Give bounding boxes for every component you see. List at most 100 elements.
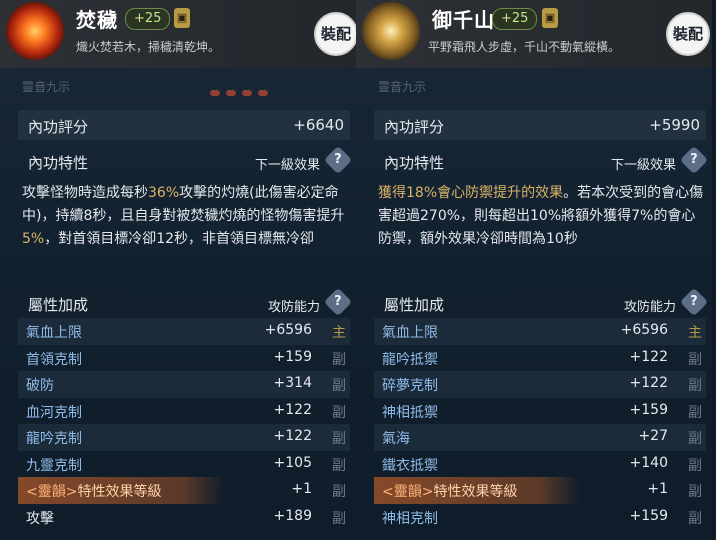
- attribute-name: 龍吟克制: [26, 431, 82, 447]
- attribute-name: 神相抵禦: [382, 404, 438, 421]
- skill-name: 御千山: [432, 8, 495, 32]
- score-label: 內功評分: [384, 118, 445, 136]
- skill-emblem-icon: [362, 2, 420, 60]
- skill-motto: 熾火焚若木，掃穢清乾坤。: [76, 40, 221, 54]
- trait-description: 攻擊怪物時造成每秒36%攻擊的灼燒(此傷害必定命中)，持續8秒，且自身對被焚穢灼…: [22, 182, 352, 251]
- attribute-name: <靈韻>特性效果等級: [382, 481, 517, 501]
- attribute-name: 鐵衣抵禦: [382, 457, 438, 474]
- attribute-row: 血河克制 +122 副: [18, 398, 350, 425]
- attack-defense-label: 攻防能力: [623, 300, 676, 315]
- attribute-name: 氣海: [382, 431, 410, 447]
- attribute-tag: 副: [332, 510, 346, 527]
- trait-description: 獲得18%會心防禦提升的效果。若本次受到的會心傷害超過270%，則每超出10%將…: [378, 182, 708, 251]
- level-badge: +25: [125, 8, 171, 30]
- attribute-label: 屬性加成: [384, 296, 445, 314]
- attribute-row: 鐵衣抵禦 +140 副: [374, 451, 706, 478]
- score-value: +6640: [293, 116, 344, 134]
- skill-name: 焚穢: [76, 8, 118, 32]
- desc-text: 攻擊怪物時造成每秒: [22, 185, 148, 201]
- attribute-row-highlighted: <靈韻>特性效果等級 +1 副: [18, 477, 350, 504]
- skill-score-row: 內功評分 +5990: [374, 110, 706, 140]
- lingyun-prefix: <靈韻>: [26, 484, 78, 500]
- attribute-list: 氣血上限 +6596 主 首領克制 +159 副 破防 +314 副 血河克制 +122 副 龍…: [18, 318, 350, 530]
- attribute-value: +1: [647, 481, 668, 497]
- lock-icon[interactable]: ▣: [542, 8, 558, 28]
- lingyun-prefix: <靈韻>: [382, 484, 434, 500]
- desc-text: ，額外效果冷卻時間為10秒: [406, 231, 578, 247]
- desc-highlight: 獲得18%會心防禦提升的效果: [378, 185, 564, 201]
- attribute-value: +105: [273, 454, 312, 471]
- rating-dots: [210, 81, 274, 100]
- attribute-tag: 副: [332, 484, 346, 500]
- attribute-name: <靈韻>特性效果等級: [26, 481, 161, 501]
- attribute-list: 氣血上限 +6596 主 龍吟抵禦 +122 副 碎夢克制 +122 副 神相抵禦 +159 副…: [374, 318, 706, 530]
- attribute-value: +159: [629, 507, 668, 524]
- trait-header: 內功特性 下一級效果 ?: [374, 145, 709, 175]
- skill-emblem-icon: [6, 2, 64, 60]
- attribute-value: +27: [638, 428, 668, 444]
- attack-defense-label: 攻防能力: [267, 300, 320, 315]
- desc-text: ，對首領目標冷卻12秒，非首領目標無冷卻: [44, 231, 315, 247]
- attribute-value: +159: [629, 401, 668, 418]
- attribute-tag: 主: [332, 325, 346, 341]
- attribute-tag: 主: [688, 325, 702, 341]
- attribute-tag: 副: [332, 457, 346, 474]
- desc-highlight: 36%: [148, 185, 180, 201]
- attribute-row: 龍吟抵禦 +122 副: [374, 345, 706, 372]
- attribute-header: 屬性加成 攻防能力 ?: [18, 287, 353, 317]
- attribute-row: 氣海 +27 副: [374, 424, 706, 451]
- equip-button[interactable]: 裝配: [314, 12, 356, 56]
- attribute-name: 攻擊: [26, 510, 54, 527]
- question-icon[interactable]: ?: [679, 145, 709, 175]
- attribute-tag: 副: [332, 378, 346, 394]
- attribute-row: 神相抵禦 +159 副: [374, 398, 706, 425]
- trait-header: 內功特性 下一級效果 ?: [18, 145, 353, 175]
- attribute-row-highlighted: <靈韻>特性效果等級 +1 副: [374, 477, 706, 504]
- score-label: 內功評分: [28, 118, 89, 136]
- cut-off-text: 靈音九示: [22, 80, 71, 94]
- question-icon[interactable]: ?: [323, 145, 353, 175]
- attribute-name: 血河克制: [26, 404, 82, 421]
- skill-header: 御千山 +25 ▣ 平野霜飛人步虛，千山不動氣縱橫。 裝配: [356, 0, 712, 68]
- attribute-name: 九靈克制: [26, 457, 82, 474]
- attribute-row: 九靈克制 +105 副: [18, 451, 350, 478]
- skill-score-row: 內功評分 +6640: [18, 110, 350, 140]
- attribute-row: 碎夢克制 +122 副: [374, 371, 706, 398]
- attribute-header: 屬性加成 攻防能力 ?: [374, 287, 709, 317]
- attribute-value: +122: [629, 375, 668, 391]
- attribute-value: +1: [291, 481, 312, 497]
- right-panel: 御千山 +25 ▣ 平野霜飛人步虛，千山不動氣縱橫。 裝配 靈音九示 內功評分 …: [356, 0, 712, 540]
- attribute-name: 首領克制: [26, 351, 82, 368]
- next-level-effect-link[interactable]: 下一級效果: [611, 154, 676, 173]
- attribute-value: +189: [273, 507, 312, 524]
- attribute-row: 破防 +314 副: [18, 371, 350, 398]
- attribute-value: +122: [273, 401, 312, 418]
- question-icon[interactable]: ?: [323, 287, 353, 317]
- equip-button[interactable]: 裝配: [666, 12, 710, 56]
- attribute-value: +122: [273, 428, 312, 444]
- level-badge: +25: [492, 8, 538, 30]
- trait-label: 內功特性: [384, 154, 445, 172]
- lock-icon[interactable]: ▣: [174, 8, 190, 28]
- skill-motto: 平野霜飛人步虛，千山不動氣縱橫。: [428, 40, 621, 54]
- attribute-tag: 副: [688, 378, 702, 394]
- attribute-name: 碎夢克制: [382, 378, 438, 394]
- attribute-row: 首領克制 +159 副: [18, 345, 350, 372]
- attribute-row: 龍吟克制 +122 副: [18, 424, 350, 451]
- desc-highlight: 5%: [22, 231, 45, 247]
- left-panel: 焚穢 +25 ▣ 熾火焚若木，掃穢清乾坤。 裝配 靈音九示 內功評分 +6640…: [0, 0, 356, 540]
- attribute-value: +140: [629, 454, 668, 471]
- question-icon[interactable]: ?: [679, 287, 709, 317]
- attribute-tag: 副: [688, 351, 702, 368]
- attribute-tag: 副: [688, 457, 702, 474]
- attribute-row: 攻擊 +189 副: [18, 504, 350, 531]
- attribute-row: 氣血上限 +6596 主: [374, 318, 706, 345]
- attribute-row: 神相克制 +159 副: [374, 504, 706, 531]
- attribute-row: 氣血上限 +6596 主: [18, 318, 350, 345]
- attribute-tag: 副: [332, 431, 346, 447]
- next-level-effect-link[interactable]: 下一級效果: [255, 154, 320, 173]
- attribute-name-text: 特性效果等級: [77, 484, 162, 500]
- attribute-tag: 副: [688, 404, 702, 421]
- skill-header: 焚穢 +25 ▣ 熾火焚若木，掃穢清乾坤。 裝配: [0, 0, 356, 68]
- attribute-value: +314: [273, 375, 312, 391]
